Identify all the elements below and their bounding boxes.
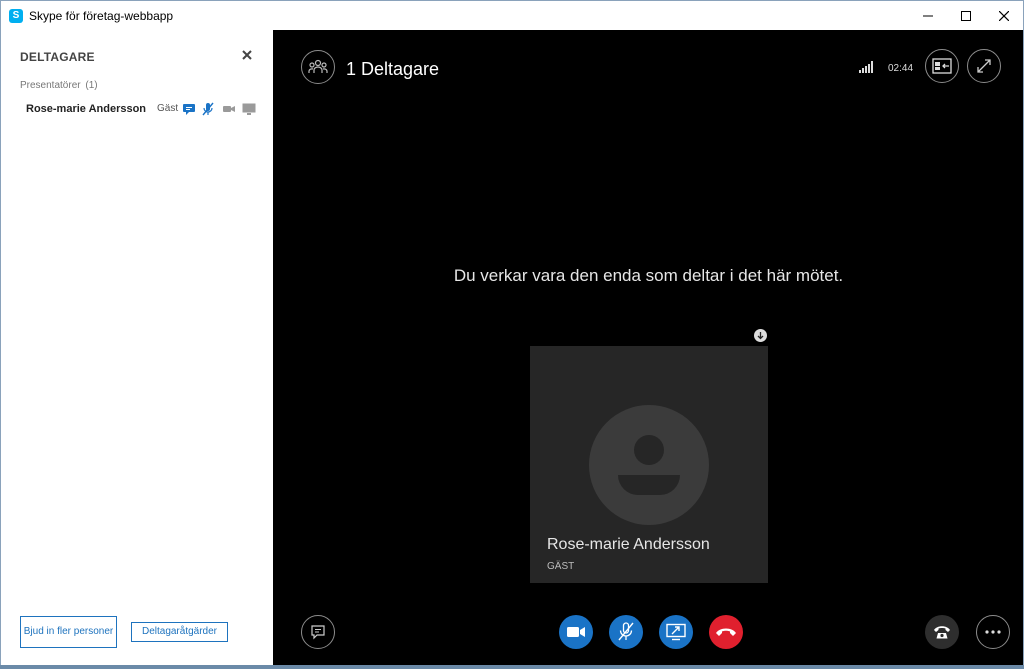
- chat-button[interactable]: [301, 615, 335, 649]
- meeting-stage: 1 Deltagare 02:44 Du verkar vara den end…: [274, 30, 1023, 666]
- skype-logo-icon: S: [9, 8, 23, 23]
- maximize-icon: [961, 10, 971, 21]
- desktop-background: [0, 665, 1024, 669]
- group-count: (1): [85, 80, 98, 91]
- mute-button[interactable]: [609, 615, 643, 649]
- close-window-button[interactable]: [985, 1, 1023, 30]
- alone-in-meeting-message: Du verkar vara den enda som deltar i det…: [453, 266, 844, 285]
- tile-options-button[interactable]: [754, 329, 767, 342]
- video-camera-icon: [567, 627, 585, 637]
- self-video-tile[interactable]: Rose-marie Andersson GÄST: [530, 346, 768, 583]
- signal-strength-icon: [859, 61, 873, 73]
- close-participants-pane-button[interactable]: [242, 47, 252, 65]
- participant-role: Gäst: [157, 103, 179, 114]
- screen-share-icon: [242, 103, 256, 115]
- call-timer: 02:44: [888, 63, 914, 74]
- presenters-group-header[interactable]: Presentatörer (1): [20, 80, 98, 91]
- chevron-down-icon: [757, 332, 764, 340]
- people-icon: [308, 59, 328, 73]
- more-options-button[interactable]: [976, 615, 1010, 649]
- im-icon: [183, 104, 195, 115]
- invite-more-people-button[interactable]: Bjud in fler personer: [20, 616, 117, 648]
- layout-button[interactable]: [925, 49, 959, 83]
- tile-participant-role: GÄST: [547, 561, 575, 572]
- layout-icon: [932, 58, 952, 74]
- mic-muted-icon: [202, 102, 214, 116]
- video-camera-icon: [223, 106, 235, 112]
- fullscreen-button[interactable]: [967, 49, 1001, 83]
- participants-pane-title: DELTAGARE: [20, 50, 95, 64]
- share-screen-button[interactable]: [659, 615, 693, 649]
- app-window: S Skype för företag-webbapp DELTAGARE Pr…: [0, 0, 1024, 669]
- minimize-icon: [923, 15, 933, 16]
- share-screen-icon: [666, 623, 686, 641]
- more-options-icon: [985, 630, 1001, 634]
- avatar-head: [634, 435, 664, 465]
- avatar: [589, 405, 709, 525]
- video-button[interactable]: [559, 615, 593, 649]
- hang-up-button[interactable]: [709, 615, 743, 649]
- close-icon: [242, 50, 252, 60]
- avatar-body: [618, 475, 680, 495]
- phone-icon: [934, 626, 950, 639]
- mic-muted-icon: [618, 622, 634, 641]
- tile-participant-name: Rose-marie Andersson: [547, 536, 710, 553]
- window-controls: [909, 1, 1023, 30]
- hangup-icon: [716, 628, 736, 636]
- group-label: Presentatörer: [20, 80, 81, 91]
- participant-count-title: 1 Deltagare: [346, 59, 440, 79]
- participants-pane: DELTAGARE Presentatörer (1) Rose-marie A…: [2, 30, 273, 666]
- chat-icon: [311, 625, 325, 640]
- participant-row[interactable]: Rose-marie Andersson Gäst: [2, 98, 273, 120]
- minimize-button[interactable]: [909, 1, 947, 30]
- participant-actions-button[interactable]: Deltagaråtgärder: [131, 622, 228, 642]
- participant-name: Rose-marie Andersson: [26, 103, 147, 115]
- title-bar: S Skype för företag-webbapp: [1, 1, 1023, 30]
- fullscreen-icon: [977, 59, 991, 73]
- maximize-button[interactable]: [947, 1, 985, 30]
- participants-toggle-button[interactable]: [301, 50, 335, 84]
- close-icon: [999, 10, 1009, 21]
- window-title: Skype för företag-webbapp: [29, 8, 174, 23]
- call-controls-button[interactable]: [925, 615, 959, 649]
